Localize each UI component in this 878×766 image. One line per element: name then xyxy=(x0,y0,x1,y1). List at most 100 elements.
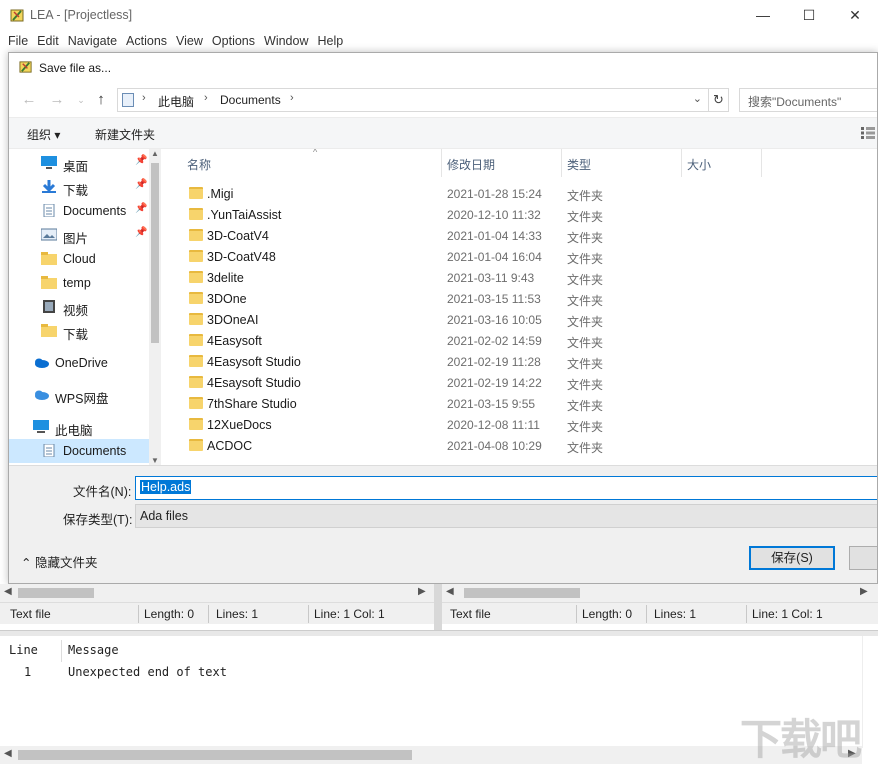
file-type: 文件夹 xyxy=(567,231,604,245)
file-name: 4Esaysoft Studio xyxy=(207,376,301,390)
folder-icon xyxy=(189,439,203,451)
breadcrumb-documents[interactable]: Documents xyxy=(220,93,281,107)
nav-item-desktop[interactable]: 桌面 📌 xyxy=(9,151,149,175)
messages-vertical-scrollbar[interactable] xyxy=(862,636,878,748)
filetype-select[interactable]: Ada files xyxy=(135,504,877,528)
column-divider[interactable] xyxy=(561,149,562,177)
column-divider[interactable] xyxy=(681,149,682,177)
right-horizontal-scrollbar[interactable]: ◀ ▶ xyxy=(442,584,878,602)
menu-help[interactable]: Help xyxy=(313,34,347,48)
column-header-name[interactable]: 名称 xyxy=(187,149,211,177)
status-divider xyxy=(746,605,747,623)
refresh-icon[interactable]: ↻ xyxy=(709,88,729,112)
nav-item-downloads-folder[interactable]: 下载 xyxy=(9,319,149,343)
column-header-date[interactable]: 修改日期 xyxy=(447,149,495,177)
file-row[interactable]: 3delite 2021-03-11 9:43 文件夹 xyxy=(161,267,877,288)
column-header-size[interactable]: 大小 xyxy=(687,149,711,177)
hide-folders-toggle[interactable]: ⌃ 隐藏文件夹 xyxy=(21,552,97,571)
address-bar[interactable]: › 此电脑 › Documents › ⌄ xyxy=(117,88,709,112)
nav-item-cloud[interactable]: Cloud xyxy=(9,247,149,271)
status-position: Line: 1 Col: 1 xyxy=(314,607,385,621)
document-icon xyxy=(43,444,55,457)
file-name: 3DOneAI xyxy=(207,313,259,327)
left-horizontal-scrollbar[interactable]: ◀ ▶ xyxy=(0,584,434,602)
pane-splitter[interactable] xyxy=(434,584,442,630)
nav-item-onedrive[interactable]: OneDrive xyxy=(9,351,149,375)
nav-item-documents-quick[interactable]: Documents 📌 xyxy=(9,199,149,223)
nav-item-wps-cloud[interactable]: WPS网盘 xyxy=(9,383,149,407)
scroll-left-icon[interactable]: ◀ xyxy=(446,586,454,597)
messages-horizontal-scrollbar[interactable]: ◀ ▶ xyxy=(0,746,862,764)
forward-arrow-icon[interactable]: → xyxy=(47,90,67,110)
menu-actions[interactable]: Actions xyxy=(122,34,171,48)
nav-item-label: 桌面 xyxy=(63,160,89,174)
scroll-right-icon[interactable]: ▶ xyxy=(418,586,426,597)
column-header-type[interactable]: 类型 xyxy=(567,149,591,177)
nav-item-videos[interactable]: 视频 xyxy=(9,295,149,319)
menu-edit[interactable]: Edit xyxy=(33,34,63,48)
new-folder-button[interactable]: 新建文件夹 xyxy=(95,126,155,143)
file-row[interactable]: .Migi 2021-01-28 15:24 文件夹 xyxy=(161,183,877,204)
menu-navigate[interactable]: Navigate xyxy=(64,34,121,48)
column-header-message[interactable]: Message xyxy=(68,643,119,657)
close-button[interactable]: ✕ xyxy=(832,0,878,30)
breadcrumb-separator-icon: › xyxy=(204,92,208,104)
file-row[interactable]: 7thShare Studio 2021-03-15 9:55 文件夹 xyxy=(161,393,877,414)
cancel-button[interactable] xyxy=(849,546,877,570)
scroll-thumb[interactable] xyxy=(18,750,412,760)
file-row[interactable]: 3DOneAI 2021-03-16 10:05 文件夹 xyxy=(161,309,877,330)
pictures-icon xyxy=(41,228,57,241)
file-row[interactable]: 4Easysoft Studio 2021-02-19 11:28 文件夹 xyxy=(161,351,877,372)
column-header-line[interactable]: Line xyxy=(9,643,38,657)
organize-button[interactable]: 组织 ▾ xyxy=(27,126,60,143)
scroll-thumb[interactable] xyxy=(18,588,94,598)
scroll-left-icon[interactable]: ◀ xyxy=(4,586,12,597)
save-button[interactable]: 保存(S) xyxy=(749,546,835,570)
column-divider[interactable] xyxy=(61,640,62,662)
nav-item-this-pc[interactable]: 此电脑 xyxy=(9,415,149,439)
recent-chevron-down-icon[interactable]: ⌄ xyxy=(71,90,91,110)
file-row[interactable]: 3D-CoatV4 2021-01-04 14:33 文件夹 xyxy=(161,225,877,246)
scroll-left-icon[interactable]: ◀ xyxy=(4,748,12,759)
folder-icon xyxy=(189,271,203,283)
message-text: Unexpected end of text xyxy=(68,665,227,679)
status-divider xyxy=(138,605,139,623)
nav-item-downloads[interactable]: 下载 📌 xyxy=(9,175,149,199)
scroll-right-icon[interactable]: ▶ xyxy=(860,586,868,597)
minimize-button[interactable]: — xyxy=(740,0,786,30)
breadcrumb-this-pc[interactable]: 此电脑 xyxy=(158,93,194,110)
up-arrow-icon[interactable]: ↑ xyxy=(91,90,111,110)
menu-window[interactable]: Window xyxy=(260,34,312,48)
address-dropdown-chevron-icon[interactable]: ⌄ xyxy=(693,92,702,105)
nav-item-label: OneDrive xyxy=(55,356,108,370)
nav-item-pictures[interactable]: 图片 📌 xyxy=(9,223,149,247)
menu-view[interactable]: View xyxy=(172,34,207,48)
maximize-button[interactable]: ☐ xyxy=(786,0,832,30)
nav-item-label: 下载 xyxy=(63,184,89,198)
file-row[interactable]: 3DOne 2021-03-15 11:53 文件夹 xyxy=(161,288,877,309)
file-row[interactable]: .YunTaiAssist 2020-12-10 11:32 文件夹 xyxy=(161,204,877,225)
lea-app-icon xyxy=(19,61,32,73)
view-options-icon[interactable] xyxy=(861,127,875,139)
file-row[interactable]: 3D-CoatV48 2021-01-04 16:04 文件夹 xyxy=(161,246,877,267)
nav-scrollbar[interactable]: ▲ ▼ xyxy=(149,149,161,465)
file-row[interactable]: 4Easysoft 2021-02-02 14:59 文件夹 xyxy=(161,330,877,351)
scroll-down-icon[interactable]: ▼ xyxy=(149,456,161,465)
file-date: 2021-02-02 14:59 xyxy=(447,334,542,348)
nav-item-temp[interactable]: temp xyxy=(9,271,149,295)
menu-options[interactable]: Options xyxy=(208,34,259,48)
column-divider[interactable] xyxy=(441,149,442,177)
scroll-thumb[interactable] xyxy=(464,588,580,598)
scroll-up-icon[interactable]: ▲ xyxy=(149,149,161,158)
file-row[interactable]: ACDOC 2021-04-08 10:29 文件夹 xyxy=(161,435,877,456)
scroll-thumb[interactable] xyxy=(151,163,159,343)
back-arrow-icon[interactable]: ← xyxy=(19,90,39,110)
file-type: 文件夹 xyxy=(567,378,604,392)
file-row[interactable]: 12XueDocs 2020-12-08 11:11 文件夹 xyxy=(161,414,877,435)
nav-item-documents[interactable]: Documents xyxy=(9,439,149,463)
menu-file[interactable]: File xyxy=(4,34,32,48)
search-input[interactable]: 搜索"Documents" xyxy=(739,88,877,112)
filename-input[interactable]: Help.ads xyxy=(135,476,877,500)
column-divider[interactable] xyxy=(761,149,762,177)
file-row[interactable]: 4Esaysoft Studio 2021-02-19 14:22 文件夹 xyxy=(161,372,877,393)
